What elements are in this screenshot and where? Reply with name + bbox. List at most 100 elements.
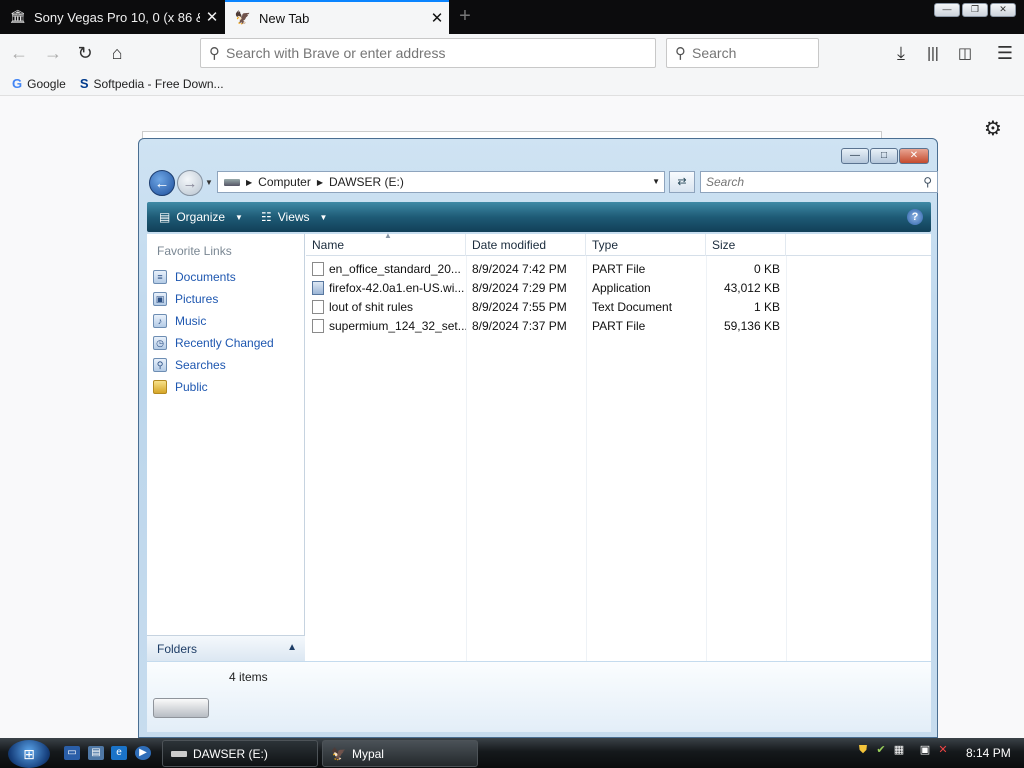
chevron-down-icon[interactable]: ▼ bbox=[652, 177, 660, 186]
column-header-label: Type bbox=[592, 238, 619, 252]
update-icon[interactable]: ✔ bbox=[874, 743, 888, 757]
favorite-link-recently-changed[interactable]: ◷ Recently Changed bbox=[153, 332, 274, 354]
help-icon[interactable]: ? bbox=[907, 209, 923, 225]
download-icon[interactable]: ⤓ bbox=[888, 40, 914, 66]
column-header-label: Name bbox=[312, 238, 345, 252]
internet-explorer-icon[interactable]: e bbox=[111, 746, 127, 760]
close-window-button[interactable]: ✕ bbox=[990, 3, 1016, 17]
new-tab-button[interactable]: + bbox=[454, 6, 476, 28]
column-header-name[interactable]: Name ▲ bbox=[306, 231, 466, 256]
column-header-type[interactable]: Type bbox=[586, 234, 706, 256]
close-tab-icon[interactable]: ✕ bbox=[200, 8, 224, 26]
start-button[interactable]: ⊞ bbox=[8, 740, 50, 768]
explorer-search-box[interactable]: ⚲ bbox=[700, 171, 938, 193]
views-icon: ☷ bbox=[260, 210, 272, 224]
sidebar-icon[interactable]: ◫ bbox=[952, 40, 978, 66]
network-icon[interactable]: ▣ bbox=[918, 743, 932, 757]
file-row[interactable]: lout of shit rules 8/9/2024 7:55 PM Text… bbox=[306, 297, 786, 316]
browser-tab-strip: 🏛 Sony Vegas Pro 10, 0 (x 86 & X ✕ 🦅 New… bbox=[0, 0, 1024, 34]
column-divider bbox=[786, 256, 787, 661]
taskbar-button-dawser[interactable]: DAWSER (E:) bbox=[162, 740, 318, 767]
media-player-icon[interactable]: ▶ bbox=[135, 746, 151, 760]
clock[interactable]: 8:14 PM bbox=[966, 746, 1011, 760]
search-icon: ⚲ bbox=[209, 45, 220, 62]
gear-icon[interactable]: ⚙ bbox=[984, 116, 1002, 141]
folders-toggle[interactable]: Folders ▲ bbox=[147, 635, 305, 661]
volume-muted-icon[interactable]: ✕ bbox=[936, 743, 950, 757]
search-icon[interactable]: ⚲ bbox=[923, 175, 932, 189]
bookmark-google[interactable]: G Google bbox=[12, 76, 66, 91]
building-icon: 🏛 bbox=[9, 9, 27, 24]
file-row[interactable]: firefox-42.0a1.en-US.wi... 8/9/2024 7:29… bbox=[306, 278, 786, 297]
reload-icon[interactable]: ↻ bbox=[72, 40, 98, 66]
back-button[interactable]: ← bbox=[149, 170, 175, 196]
chevron-up-icon: ▲ bbox=[287, 642, 297, 653]
file-size: 59,136 KB bbox=[723, 318, 780, 333]
file-row[interactable]: en_office_standard_20... 8/9/2024 7:42 P… bbox=[306, 259, 786, 278]
bookmark-softpedia[interactable]: S Softpedia - Free Down... bbox=[80, 76, 224, 91]
item-count: 4 items bbox=[229, 670, 268, 684]
breadcrumb-separator-icon[interactable]: ▶ bbox=[317, 178, 323, 187]
url-bar[interactable]: ⚲ bbox=[200, 38, 656, 68]
back-arrow-icon[interactable]: ← bbox=[6, 40, 32, 66]
forward-button[interactable]: → bbox=[177, 170, 203, 196]
refresh-icon: ⇄ bbox=[677, 176, 687, 188]
file-date: 8/9/2024 7:42 PM bbox=[472, 261, 567, 276]
breadcrumb-computer[interactable]: Computer bbox=[258, 175, 311, 189]
details-pane: 4 items bbox=[147, 662, 931, 732]
search-input[interactable] bbox=[692, 45, 818, 61]
show-desktop-icon[interactable]: ▭ bbox=[64, 746, 80, 760]
favorite-link-label: Recently Changed bbox=[175, 336, 274, 350]
menu-icon[interactable]: ☰ bbox=[992, 40, 1018, 66]
favorite-link-documents[interactable]: ≡ Documents bbox=[153, 266, 274, 288]
tab-sony-vegas[interactable]: 🏛 Sony Vegas Pro 10, 0 (x 86 & X ✕ bbox=[0, 0, 224, 34]
home-icon[interactable]: ⌂ bbox=[104, 40, 130, 66]
restore-button[interactable]: ❐ bbox=[962, 3, 988, 17]
browser-navigation-bar: ← → ↻ ⌂ ⚲ ⚲ ⤓ ||| ◫ ☰ bbox=[0, 34, 1024, 72]
google-icon: G bbox=[12, 76, 23, 91]
folders-label: Folders bbox=[157, 641, 198, 656]
taskbar: ⊞ ▭ ▤ e ▶ DAWSER (E:) 🦅 Mypal ⛊ ✔ ▦ ▣ ✕ … bbox=[0, 738, 1024, 768]
search-bar[interactable]: ⚲ bbox=[666, 38, 819, 68]
close-window-button[interactable]: ✕ bbox=[899, 148, 929, 164]
column-header-date[interactable]: Date modified bbox=[466, 234, 586, 256]
library-icon[interactable]: ||| bbox=[920, 40, 946, 66]
column-header-size[interactable]: Size bbox=[706, 234, 786, 256]
minimize-button[interactable]: — bbox=[841, 148, 869, 164]
file-row[interactable]: supermium_124_32_set... 8/9/2024 7:37 PM… bbox=[306, 316, 786, 335]
close-tab-icon[interactable]: ✕ bbox=[425, 9, 449, 27]
organize-button[interactable]: ▤ Organize ▼ bbox=[153, 210, 249, 224]
file-name: lout of shit rules bbox=[329, 299, 414, 314]
address-field[interactable]: ▶ Computer ▶ DAWSER (E:) ▼ bbox=[217, 171, 665, 193]
security-shield-icon[interactable]: ⛊ bbox=[856, 743, 870, 757]
favorite-link-pictures[interactable]: ▣ Pictures bbox=[153, 288, 274, 310]
views-button[interactable]: ☷ Views ▼ bbox=[255, 210, 333, 224]
tab-new-tab[interactable]: 🦅 New Tab ✕ bbox=[225, 0, 449, 34]
drive-icon bbox=[153, 698, 209, 718]
maximize-button[interactable]: □ bbox=[870, 148, 898, 164]
favorite-link-label: Searches bbox=[175, 358, 226, 372]
forward-arrow-icon[interactable]: → bbox=[40, 40, 66, 66]
breadcrumb-separator-icon[interactable]: ▶ bbox=[246, 178, 252, 187]
refresh-button[interactable]: ⇄ bbox=[669, 171, 695, 193]
taskbar-button-mypal[interactable]: 🦅 Mypal bbox=[322, 740, 478, 767]
switch-windows-icon[interactable]: ▤ bbox=[88, 746, 104, 760]
taskbar-button-label: DAWSER (E:) bbox=[193, 746, 268, 761]
file-type: PART File bbox=[592, 318, 646, 333]
recent-pages-dropdown[interactable]: ▼ bbox=[205, 178, 213, 187]
url-input[interactable] bbox=[226, 45, 655, 61]
system-tray: ⛊ ✔ ▦ ▣ ✕ bbox=[856, 743, 950, 757]
favorite-link-public[interactable]: Public bbox=[153, 376, 274, 398]
explorer-search-input[interactable] bbox=[706, 175, 937, 189]
favorite-link-label: Public bbox=[175, 380, 208, 394]
search-icon: ⚲ bbox=[675, 45, 686, 62]
column-header-label: Size bbox=[712, 238, 736, 252]
file-name: firefox-42.0a1.en-US.wi... bbox=[329, 280, 465, 295]
favorite-link-searches[interactable]: ⚲ Searches bbox=[153, 354, 274, 376]
file-type: PART File bbox=[592, 261, 646, 276]
breadcrumb-drive[interactable]: DAWSER (E:) bbox=[329, 175, 404, 189]
favorite-link-music[interactable]: ♪ Music bbox=[153, 310, 274, 332]
minimize-button[interactable]: — bbox=[934, 3, 960, 17]
command-toolbar: ▤ Organize ▼ ☷ Views ▼ ? bbox=[147, 202, 931, 232]
device-icon[interactable]: ▦ bbox=[892, 743, 906, 757]
